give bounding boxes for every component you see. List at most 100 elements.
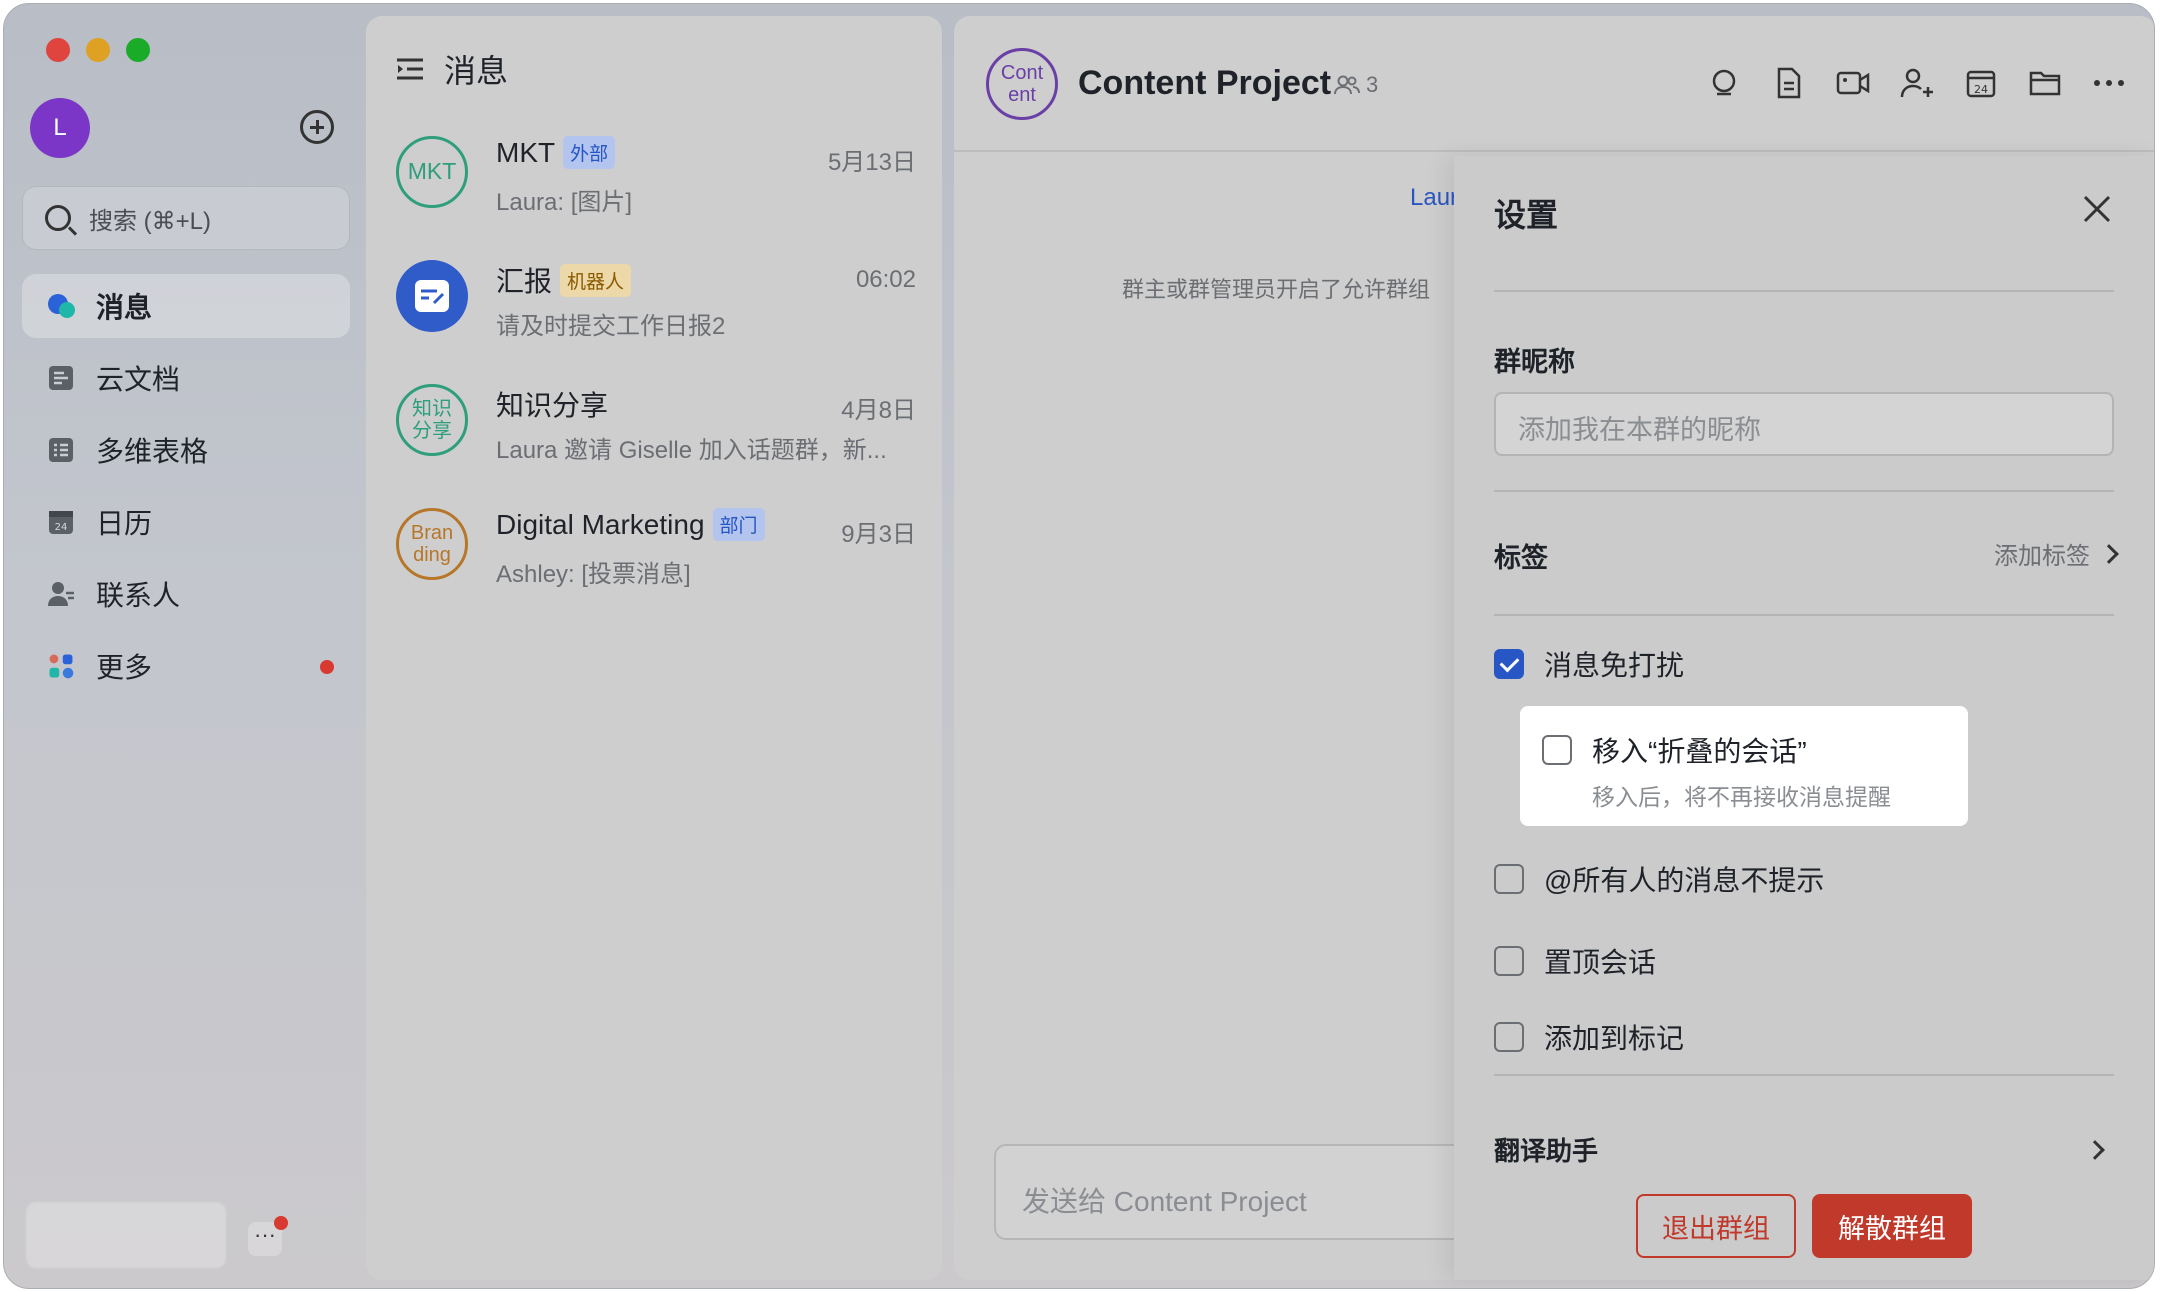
notification-dot <box>320 660 334 674</box>
conversation-item-mkt[interactable]: MKT MKT 外部 5月13日 Laura: [图片] <box>396 136 916 246</box>
conversation-time: 06:02 <box>855 266 916 293</box>
table-icon <box>46 435 76 465</box>
add-icon[interactable] <box>300 110 334 144</box>
translate-assistant-row[interactable]: 翻译助手 <box>1494 1131 2114 1168</box>
pin-checkbox[interactable] <box>1494 946 1524 976</box>
sidebar-item-label: 消息 <box>96 292 153 323</box>
external-tag: 外部 <box>563 136 616 169</box>
divider <box>1494 1074 2114 1076</box>
notification-dot <box>274 1216 288 1230</box>
cloud-doc-icon <box>46 363 76 393</box>
search-placeholder: 搜索 (⌘+L) <box>89 207 212 235</box>
dnd-option[interactable]: 消息免打扰 <box>1494 644 1684 684</box>
doc-icon[interactable] <box>1772 66 1806 100</box>
conversation-preview: 请及时提交工作日报2 <box>496 313 726 340</box>
chat-title[interactable]: Content Project <box>1078 64 1331 103</box>
conversation-time: 4月8日 <box>841 397 916 424</box>
at-all-checkbox[interactable] <box>1494 864 1524 894</box>
nickname-label: 群昵称 <box>1494 347 1575 377</box>
mark-label: 添加到标记 <box>1544 1023 1685 1054</box>
search-icon <box>45 205 71 231</box>
translate-label: 翻译助手 <box>1494 1136 1599 1166</box>
conversation-name: 知识分享 <box>496 384 608 424</box>
pin-option[interactable]: 置顶会话 <box>1494 941 1656 981</box>
member-count-number: 3 <box>1366 72 1379 97</box>
calendar-icon[interactable]: 24 <box>1964 66 1998 100</box>
bot-tag: 机器人 <box>560 263 632 297</box>
dissolve-group-button[interactable]: 解散群组 <box>1812 1194 1972 1258</box>
add-tag-label: 添加标签 <box>1994 543 2090 570</box>
mark-option[interactable]: 添加到标记 <box>1494 1017 1684 1057</box>
video-icon[interactable] <box>1836 66 1870 100</box>
divider <box>1494 614 2114 616</box>
svg-text:24: 24 <box>55 522 68 533</box>
tags-label: 标签 <box>1494 543 1548 573</box>
search-icon[interactable] <box>1708 66 1742 100</box>
conversation-list-panel: 消息 MKT MKT 外部 5月13日 Laura: [图片] 汇报 机器人 0… <box>366 16 942 1280</box>
user-profile-blurred[interactable] <box>26 1202 226 1268</box>
chat-header: Cont ent Content Project 3 24 <box>954 16 2154 152</box>
conversation-avatar: MKT <box>396 136 468 208</box>
chevron-right-icon <box>2099 543 2119 564</box>
sidebar-item-contacts[interactable]: 联系人 <box>22 562 350 626</box>
conversation-preview: Ashley: [投票消息] <box>496 561 691 588</box>
chat-avatar[interactable]: Cont ent <box>986 48 1058 120</box>
search-input[interactable]: 搜索 (⌘+L) <box>22 186 350 250</box>
close-icon[interactable] <box>2082 194 2112 224</box>
sidebar-item-label: 日历 <box>96 508 153 539</box>
nickname-input[interactable]: 添加我在本群的昵称 <box>1494 392 2114 456</box>
conversation-name: Digital Marketing 部门 <box>496 508 765 541</box>
settings-drawer: 设置 群昵称 添加我在本群的昵称 标签 添加标签 消息免打扰 移入“折叠的会话”… <box>1454 156 2154 1280</box>
conversation-name-text: 汇报 <box>496 266 553 297</box>
settings-title: 设置 <box>1494 197 1559 233</box>
system-message: 群主或群管理员开启了允许群组 <box>1122 277 1431 302</box>
system-message-author[interactable]: Laur <box>1410 184 1458 212</box>
fold-option[interactable]: 移入“折叠的会话” <box>1542 730 1807 770</box>
department-tag: 部门 <box>712 508 765 541</box>
maximize-window-button[interactable] <box>126 38 150 62</box>
conversation-name: 汇报 机器人 <box>496 260 632 300</box>
conversation-item-report[interactable]: 汇报 机器人 06:02 请及时提交工作日报2 <box>396 260 916 370</box>
conversation-item-digital-marketing[interactable]: Bran ding Digital Marketing 部门 9月3日 Ashl… <box>396 508 916 618</box>
sidebar-item-calendar[interactable]: 24 日历 <box>22 490 350 554</box>
close-window-button[interactable] <box>46 38 70 62</box>
list-title: 消息 <box>444 53 509 89</box>
dnd-checkbox[interactable] <box>1494 649 1524 679</box>
calendar-icon: 24 <box>46 507 76 537</box>
sidebar-item-docs[interactable]: 云文档 <box>22 346 350 410</box>
conversation-name-text: MKT <box>496 136 556 168</box>
mark-checkbox[interactable] <box>1494 1022 1524 1052</box>
sidebar-item-label: 更多 <box>96 652 153 683</box>
fold-description: 移入后，将不再接收消息提醒 <box>1592 784 1891 810</box>
sidebar-nav: 消息 云文档 多维表格 24 日历 联系人 更多 <box>22 274 350 706</box>
bot-report-icon <box>396 260 468 332</box>
add-tag-button[interactable]: 添加标签 <box>1994 536 2119 571</box>
folder-icon[interactable] <box>2028 66 2062 100</box>
fold-option-card: 移入“折叠的会话” 移入后，将不再接收消息提醒 <box>1520 706 1968 826</box>
leave-group-button[interactable]: 退出群组 <box>1636 1194 1796 1258</box>
conversation-name: MKT 外部 <box>496 136 616 169</box>
more-icon[interactable] <box>2092 66 2126 100</box>
conversation-avatar: 知识 分享 <box>396 384 468 456</box>
member-count[interactable]: 3 <box>1334 72 1378 98</box>
members-icon <box>1334 75 1360 95</box>
conversation-item-knowledge[interactable]: 知识 分享 知识分享 4月8日 Laura 邀请 Giselle 加入话题群，新… <box>396 384 916 494</box>
user-avatar[interactable]: L <box>30 98 90 158</box>
fold-checkbox[interactable] <box>1542 735 1572 765</box>
more-apps-icon <box>46 651 76 681</box>
conversation-avatar: Bran ding <box>396 508 468 580</box>
sidebar-item-more[interactable]: 更多 <box>22 634 350 698</box>
sidebar-item-label: 云文档 <box>96 364 181 395</box>
sidebar-item-messages[interactable]: 消息 <box>22 274 350 338</box>
sidebar-item-label: 联系人 <box>96 580 181 611</box>
at-all-option[interactable]: @所有人的消息不提示 <box>1494 859 1824 899</box>
add-member-icon[interactable] <box>1900 66 1934 100</box>
conversation-name-text: Digital Marketing <box>496 508 705 540</box>
at-all-label: @所有人的消息不提示 <box>1544 865 1825 896</box>
divider <box>1494 490 2114 492</box>
collapse-menu-icon[interactable] <box>396 57 424 81</box>
conversation-name-text: 知识分享 <box>496 390 609 421</box>
sidebar-item-bitable[interactable]: 多维表格 <box>22 418 350 482</box>
pin-label: 置顶会话 <box>1544 947 1657 978</box>
minimize-window-button[interactable] <box>86 38 110 62</box>
